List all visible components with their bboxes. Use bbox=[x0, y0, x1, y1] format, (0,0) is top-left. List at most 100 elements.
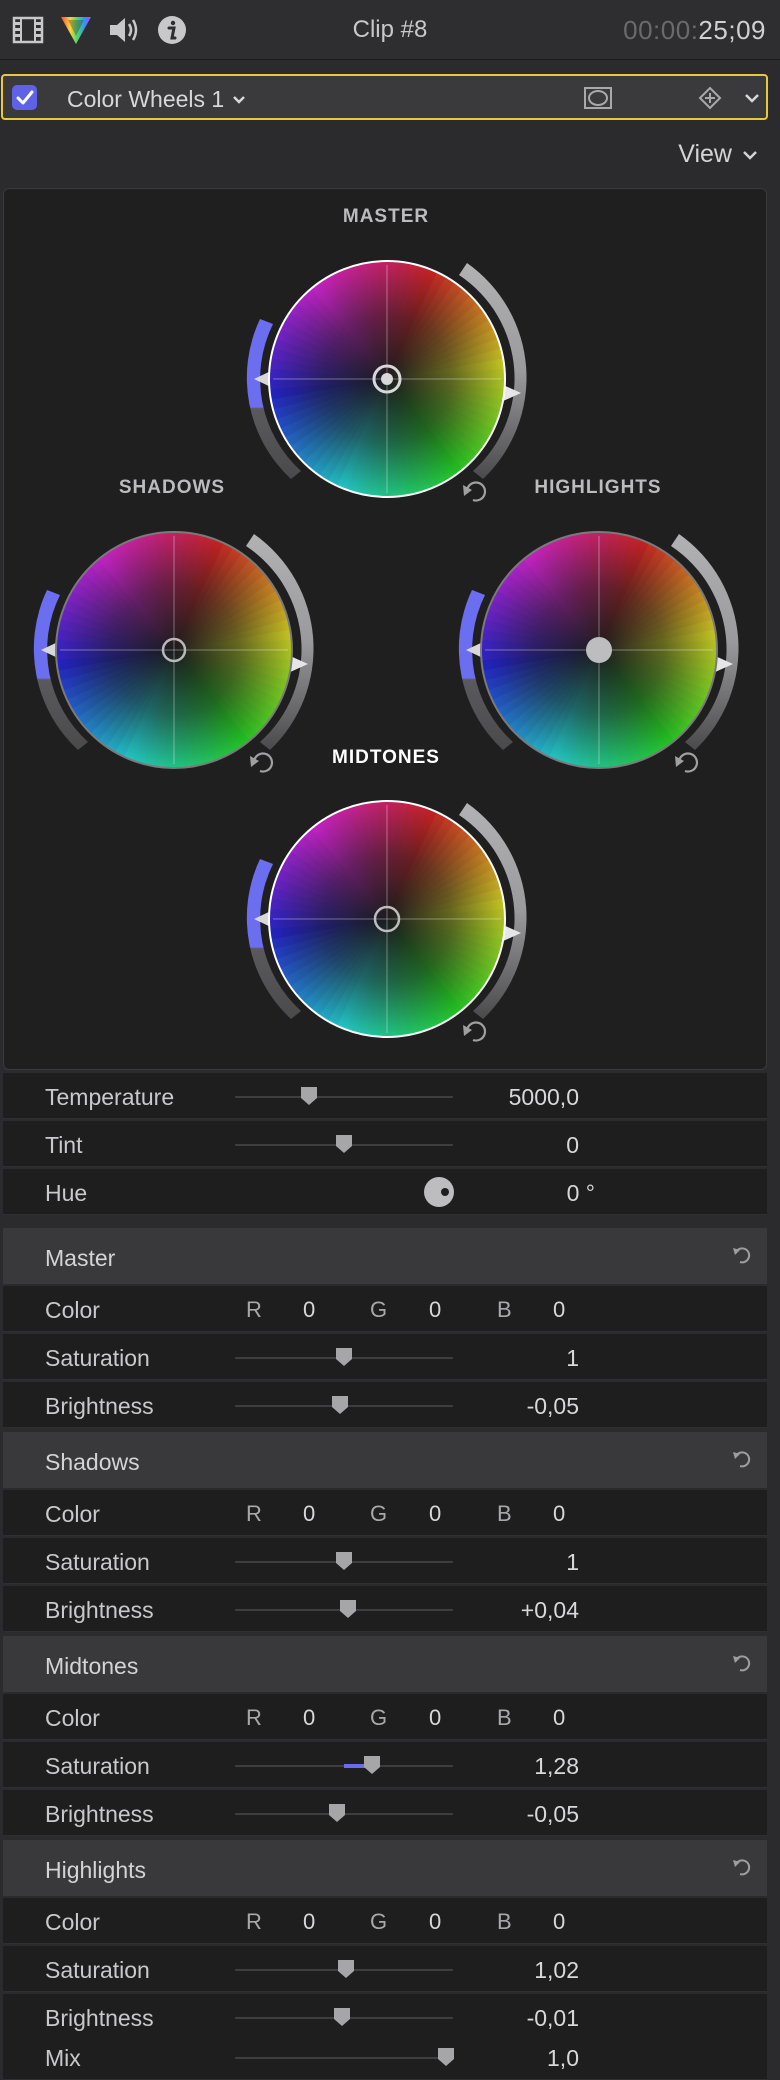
mix-row: Mix 1,0 bbox=[3, 2034, 767, 2080]
midtones-section-title: Midtones bbox=[45, 1653, 139, 1679]
master-color-label: Color bbox=[45, 1297, 100, 1323]
hue-label: Hue bbox=[45, 1180, 88, 1206]
master-section-header[interactable]: Master bbox=[3, 1228, 767, 1284]
red-label: R bbox=[246, 1297, 262, 1322]
red-label: R bbox=[246, 1501, 262, 1526]
red-label: R bbox=[246, 1909, 262, 1934]
shadows-color-label: Color bbox=[45, 1501, 100, 1527]
effect-header[interactable]: Color Wheels 1 bbox=[1, 74, 768, 120]
hue-dial[interactable] bbox=[423, 1176, 455, 1208]
temperature-slider-track[interactable] bbox=[235, 1096, 453, 1098]
highlights-green-value[interactable]: 0 bbox=[429, 1909, 441, 1935]
mix-slider-knob[interactable] bbox=[437, 2047, 455, 2067]
effect-name-dropdown[interactable]: Color Wheels 1 bbox=[67, 86, 246, 113]
highlights-brightness-value[interactable]: -0,01 bbox=[527, 2005, 579, 2032]
shadows-brightness-value[interactable]: +0,04 bbox=[521, 1597, 579, 1624]
midtones-color-row: Color R 0 G 0 B 0 bbox=[3, 1694, 767, 1740]
midtones-saturation-slider-knob[interactable] bbox=[363, 1755, 381, 1775]
temperature-value[interactable]: 5000,0 bbox=[509, 1084, 579, 1111]
highlights-section-header[interactable]: Highlights bbox=[3, 1840, 767, 1896]
midtones-saturation-value[interactable]: 1,28 bbox=[534, 1753, 579, 1780]
effect-enable-checkbox[interactable] bbox=[12, 85, 37, 110]
effect-menu-chevron[interactable] bbox=[741, 84, 763, 112]
midtones-brightness-value[interactable]: -0,05 bbox=[527, 1801, 579, 1828]
shadows-saturation-label: Saturation bbox=[45, 1549, 150, 1575]
master-saturation-label: Saturation bbox=[45, 1345, 150, 1371]
midtones-wheel[interactable] bbox=[237, 769, 537, 1069]
chevron-down-icon bbox=[745, 94, 759, 103]
midtones-red-value[interactable]: 0 bbox=[303, 1705, 315, 1731]
blue-label: B bbox=[497, 1297, 512, 1322]
highlights-red-value[interactable]: 0 bbox=[303, 1909, 315, 1935]
master-red-value[interactable]: 0 bbox=[303, 1297, 315, 1323]
view-dropdown[interactable]: View bbox=[678, 140, 758, 169]
mix-value[interactable]: 1,0 bbox=[547, 2045, 579, 2072]
hue-value[interactable]: 0 ° bbox=[567, 1180, 595, 1207]
master-wheel[interactable] bbox=[237, 229, 537, 529]
shadows-brightness-slider-knob[interactable] bbox=[339, 1599, 357, 1619]
highlights-saturation-label: Saturation bbox=[45, 1957, 150, 1983]
reset-icon[interactable] bbox=[731, 1652, 753, 1674]
midtones-saturation-row: Saturation 1,28 bbox=[3, 1742, 767, 1788]
highlights-blue-value[interactable]: 0 bbox=[553, 1909, 565, 1935]
midtones-brightness-slider-knob[interactable] bbox=[328, 1803, 346, 1823]
master-saturation-value[interactable]: 1 bbox=[566, 1345, 579, 1372]
master-section-title: Master bbox=[45, 1245, 116, 1271]
shadows-red-value[interactable]: 0 bbox=[303, 1501, 315, 1527]
shadows-saturation-slider-knob[interactable] bbox=[335, 1551, 353, 1571]
master-saturation-row: Saturation 1 bbox=[3, 1334, 767, 1380]
green-label: G bbox=[370, 1501, 388, 1526]
master-saturation-slider-knob[interactable] bbox=[335, 1347, 353, 1367]
mix-slider-track[interactable] bbox=[235, 2057, 453, 2059]
highlights-saturation-slider-knob[interactable] bbox=[337, 1959, 355, 1979]
tint-row: Tint 0 bbox=[3, 1121, 767, 1167]
green-label: G bbox=[370, 1297, 388, 1322]
shadows-brightness-row: Brightness +0,04 bbox=[3, 1586, 767, 1632]
view-row: View bbox=[0, 130, 780, 184]
midtones-saturation-label: Saturation bbox=[45, 1753, 150, 1779]
reset-icon[interactable] bbox=[731, 1448, 753, 1470]
green-label: G bbox=[370, 1909, 388, 1934]
chevron-down-icon bbox=[233, 95, 246, 104]
shadows-green-value[interactable]: 0 bbox=[429, 1501, 441, 1527]
master-brightness-slider-knob[interactable] bbox=[331, 1395, 349, 1415]
color-wheels-panel: MASTER SHADOWS HIGHLIGHTS MIDTONES bbox=[3, 188, 767, 1070]
reset-icon[interactable] bbox=[731, 1244, 753, 1266]
keyframe-icon[interactable] bbox=[695, 84, 725, 112]
tint-value[interactable]: 0 bbox=[566, 1132, 579, 1159]
highlights-wheel[interactable] bbox=[449, 500, 749, 800]
tint-label: Tint bbox=[45, 1132, 83, 1158]
master-green-value[interactable]: 0 bbox=[429, 1297, 441, 1323]
inspector-toolbar: Clip #8 00:00:25;09 bbox=[0, 0, 780, 60]
mask-icon[interactable] bbox=[581, 84, 615, 112]
shadows-saturation-value[interactable]: 1 bbox=[566, 1549, 579, 1576]
midtones-section-header[interactable]: Midtones bbox=[3, 1636, 767, 1692]
temperature-slider-knob[interactable] bbox=[300, 1086, 318, 1106]
chevron-down-icon bbox=[743, 150, 757, 160]
highlights-brightness-label: Brightness bbox=[45, 2005, 154, 2031]
shadows-brightness-label: Brightness bbox=[45, 1597, 154, 1623]
blue-label: B bbox=[497, 1501, 512, 1526]
midtones-green-value[interactable]: 0 bbox=[429, 1705, 441, 1731]
shadows-section-title: Shadows bbox=[45, 1449, 140, 1475]
highlights-section-title: Highlights bbox=[45, 1857, 146, 1883]
highlights-saturation-value[interactable]: 1,02 bbox=[534, 1957, 579, 1984]
midtones-brightness-label: Brightness bbox=[45, 1801, 154, 1827]
shadows-blue-value[interactable]: 0 bbox=[553, 1501, 565, 1527]
highlights-saturation-row: Saturation 1,02 bbox=[3, 1946, 767, 1992]
shadows-wheel[interactable] bbox=[24, 500, 324, 800]
reset-icon[interactable] bbox=[731, 1856, 753, 1878]
master-blue-value[interactable]: 0 bbox=[553, 1297, 565, 1323]
tint-slider-knob[interactable] bbox=[335, 1134, 353, 1154]
highlights-color-label: Color bbox=[45, 1909, 100, 1935]
blue-label: B bbox=[497, 1705, 512, 1730]
master-color-row: Color R 0 G 0 B 0 bbox=[3, 1286, 767, 1332]
midtones-color-label: Color bbox=[45, 1705, 100, 1731]
midtones-blue-value[interactable]: 0 bbox=[553, 1705, 565, 1731]
temperature-label: Temperature bbox=[45, 1084, 175, 1110]
shadows-section-header[interactable]: Shadows bbox=[3, 1432, 767, 1488]
highlights-brightness-slider-knob[interactable] bbox=[333, 2007, 351, 2027]
master-brightness-value[interactable]: -0,05 bbox=[527, 1393, 579, 1420]
midtones-saturation-slider-track[interactable] bbox=[235, 1764, 453, 1768]
hue-row: Hue 0 ° bbox=[3, 1169, 767, 1215]
